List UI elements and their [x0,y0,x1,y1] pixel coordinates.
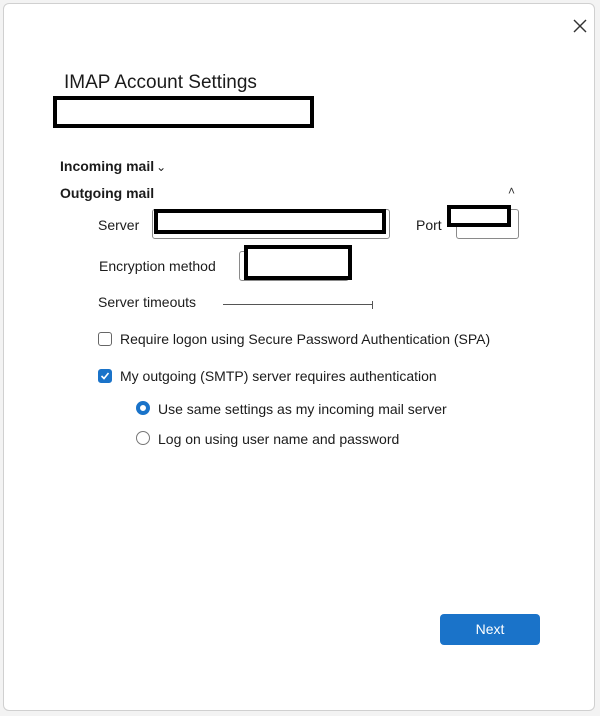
redacted-server-value [154,209,386,234]
radio-logon-credentials-label[interactable]: Log on using user name and password [158,431,399,447]
outgoing-mail-label: Outgoing mail [60,185,155,201]
redacted-encryption-value [244,245,352,280]
redacted-port-value [447,205,511,227]
chevron-down-icon: ⌄ [156,160,167,174]
port-label: Port [416,217,442,233]
incoming-mail-label: Incoming mail [60,158,155,174]
checkmark-icon [100,372,110,380]
slider-track [223,304,373,305]
server-label: Server [98,217,140,233]
slider-thumb[interactable] [372,301,373,309]
close-icon[interactable] [570,16,590,36]
server-timeouts-slider[interactable] [223,301,375,309]
radio-same-settings[interactable] [136,401,150,415]
outgoing-mail-header[interactable]: Outgoing mail [60,185,154,201]
encryption-method-label: Encryption method [99,258,216,274]
redacted-account-email [53,96,314,128]
radio-logon-credentials[interactable] [136,431,150,445]
smtp-auth-checkbox[interactable] [98,369,112,383]
radio-same-settings-label[interactable]: Use same settings as my incoming mail se… [158,401,447,417]
spa-checkbox[interactable] [98,332,112,346]
imap-settings-dialog: IMAP Account Settings Incoming mail ⌄ Out… [3,3,595,711]
smtp-auth-checkbox-label[interactable]: My outgoing (SMTP) server requires authe… [120,368,437,384]
next-button[interactable]: Next [440,614,540,645]
incoming-mail-header[interactable]: Incoming mail ⌄ [60,158,166,174]
spa-checkbox-label[interactable]: Require logon using Secure Password Auth… [120,331,490,347]
server-timeouts-label: Server timeouts [98,294,197,310]
dialog-title: IMAP Account Settings [64,72,257,93]
chevron-up-icon[interactable]: ˄ [508,184,515,198]
